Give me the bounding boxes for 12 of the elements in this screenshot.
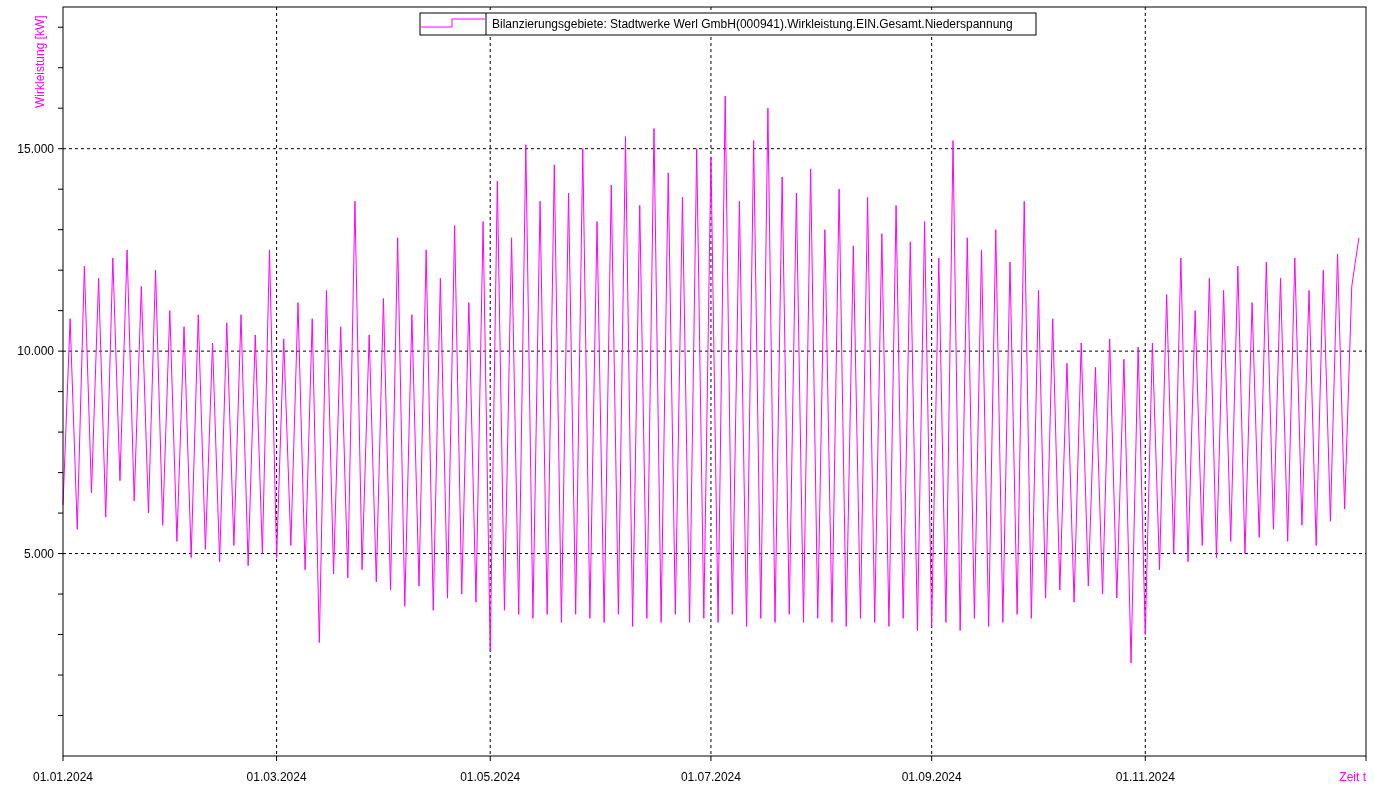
x-axis-label: Zeit t [1339,770,1366,784]
x-tick-label: 01.11.2024 [1115,770,1175,784]
x-tick-label: 01.09.2024 [901,770,962,784]
x-tick-label: 01.03.2024 [246,770,307,784]
x-tick-label: 01.01.2024 [32,770,94,784]
x-tick-label: 01.05.2024 [460,770,521,784]
legend-label: Bilanzierungsgebiete: Stadtwerke Werl GmbH(000941).Wirkleistung.EIN.Gesamt.Niederspannung [492,17,1013,31]
x-tick-label: 01.07.2024 [680,770,741,784]
y-tick-label: 10.000 [17,344,54,359]
y-tick-label: 15.000 [17,141,54,156]
y-tick-label: 5.000 [23,546,54,561]
y-axis-label: Wirkleistung [kW] [33,15,47,108]
